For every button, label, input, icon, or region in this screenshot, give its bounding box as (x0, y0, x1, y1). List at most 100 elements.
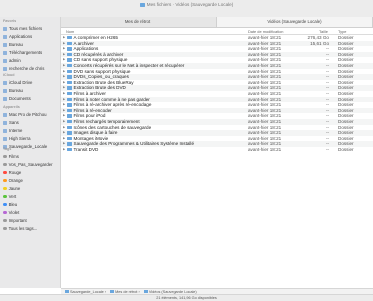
folder-icon (66, 69, 72, 74)
sidebar-item[interactable]: Interne (3, 127, 58, 135)
folder-icon (3, 42, 7, 47)
disclosure-triangle-icon[interactable]: ▶ (63, 147, 65, 153)
folder-icon (66, 131, 72, 135)
folder-icon (66, 136, 72, 141)
column-name[interactable]: Nom (66, 29, 74, 34)
sidebar-item[interactable]: Téléchargements (3, 49, 58, 57)
tag-dot-icon (3, 186, 7, 191)
sidebar-item[interactable]: Bureau (3, 41, 58, 49)
sidebar-item-label: Interne (9, 128, 23, 133)
sidebar-item[interactable]: Films (3, 153, 58, 161)
folder-icon (3, 88, 7, 93)
table-row[interactable]: ▶ Transit DVD avant-hier 18:21 -- Dossier (61, 147, 373, 153)
sidebar-item-label: Jaune (8, 186, 21, 191)
sidebar-item-label: Films (8, 154, 19, 159)
folder-icon (66, 52, 72, 57)
folder-icon (139, 2, 145, 7)
folder-icon (66, 80, 72, 85)
sidebar-item[interactable]: Documents (3, 95, 58, 103)
sidebar-section-title: Appareils (3, 105, 20, 109)
sidebar-item-label: Documents (9, 96, 31, 101)
sidebar-item-label: Sans (9, 120, 19, 125)
tag-dot-icon (3, 202, 7, 207)
tab-1[interactable]: Mes de rétrot (60, 17, 215, 27)
folder-icon (66, 36, 72, 40)
sidebar-item-label: Tous mes fichiers (9, 26, 43, 31)
sidebar-item[interactable]: Important (3, 217, 58, 225)
toolbar: Mes fichiers · Vidéos (Sauvegarde Locale… (0, 0, 373, 18)
folder-icon (3, 34, 7, 39)
sidebar-item-label: Violet (8, 210, 20, 215)
sidebar-item-label: Orange (8, 178, 23, 183)
folder-icon (66, 114, 72, 118)
sidebar-item-label: Vert (8, 194, 17, 199)
folder-icon (65, 290, 69, 294)
sidebar-item-label: iCloud Drive (9, 80, 33, 85)
folder-icon (3, 58, 7, 63)
tag-dot-icon (3, 218, 7, 223)
sidebar-item-label: Rouge (8, 170, 22, 175)
folder-icon (3, 136, 7, 141)
folder-icon (66, 120, 72, 124)
folder-icon (66, 103, 72, 107)
sidebar-item-label: Téléchargements (9, 50, 43, 55)
sidebar-item-label: Applications (9, 34, 33, 39)
sidebar-item[interactable]: Violet (3, 209, 58, 217)
tab-bar: Mes de rétrot Vidéos (Sauvegarde Locale) (60, 17, 373, 28)
sidebar-item-label: Mac Pro de Pitchou (9, 112, 47, 117)
row-kind: Dossier (338, 146, 354, 152)
finder-window: Mes fichiers · Vidéos (Sauvegarde Locale… (0, 0, 373, 301)
window-title: Mes fichiers · Vidéos (Sauvegarde Locale… (0, 2, 373, 7)
folder-icon (66, 125, 72, 129)
sidebar-item[interactable]: Orange (3, 177, 58, 185)
tag-dot-icon (3, 154, 7, 159)
sidebar-item[interactable]: Rouge (3, 169, 58, 177)
sidebar-item[interactable]: High Sierra (3, 135, 58, 143)
tag-dot-icon (3, 162, 7, 167)
sidebar-item-label: admin (9, 58, 21, 63)
sidebar-item[interactable]: admin (3, 57, 58, 65)
tag-dot-icon (3, 178, 7, 183)
folder-icon (66, 92, 72, 96)
tag-dot-icon (3, 226, 7, 231)
column-size[interactable]: Taille (319, 29, 328, 34)
sidebar-item[interactable]: recherche de chris (3, 65, 58, 73)
folder-icon (3, 128, 7, 133)
folder-icon (66, 108, 72, 113)
sidebar-item[interactable]: Bleu (3, 201, 58, 209)
folder-icon (66, 86, 72, 90)
folder-icon (66, 97, 72, 102)
sidebar-item[interactable]: Bureau (3, 87, 58, 95)
folder-icon (110, 290, 115, 294)
sidebar-item[interactable]: Mac Pro de Pitchou (3, 111, 58, 119)
sidebar-item-label: Tous les tags... (8, 226, 38, 231)
sidebar-item-label: Important (8, 218, 27, 223)
folder-icon (66, 75, 72, 79)
column-date[interactable]: Date de modification (248, 29, 283, 34)
tag-dot-icon (3, 170, 7, 175)
sidebar-item[interactable]: Applications (3, 33, 58, 41)
row-date: avant-hier 18:21 (248, 146, 282, 152)
folder-icon (143, 290, 148, 294)
sidebar-item-label: Bureau (9, 88, 23, 93)
sidebar-item[interactable]: Tous les tags... (3, 225, 58, 233)
tab-2[interactable]: Vidéos (Sauvegarde Locale) (216, 17, 373, 27)
sidebar-item-label: recherche de chris (9, 66, 45, 71)
sidebar-section-title: Tags (3, 147, 12, 151)
column-kind[interactable]: Type (338, 29, 346, 34)
tag-dot-icon (3, 194, 7, 199)
column-header: Nom Date de modification Taille Type (61, 28, 373, 35)
sidebar-item[interactable]: Vos_Pas_Sauvegarder (3, 161, 58, 169)
sidebar-item[interactable]: Vert (3, 193, 58, 201)
tag-dot-icon (3, 210, 7, 215)
folder-icon (3, 50, 7, 55)
sidebar-item-label: Vos_Pas_Sauvegarder (8, 162, 53, 167)
sidebar-item[interactable]: Jaune (3, 185, 58, 193)
row-name: Transit DVD (73, 146, 99, 152)
sidebar-item[interactable]: Sans (3, 119, 58, 127)
sidebar-item[interactable]: iCloud Drive (3, 79, 58, 87)
folder-icon (66, 41, 72, 46)
folder-icon (66, 147, 72, 152)
folder-icon (66, 47, 72, 51)
sidebar-item[interactable]: Tous mes fichiers (3, 25, 58, 33)
